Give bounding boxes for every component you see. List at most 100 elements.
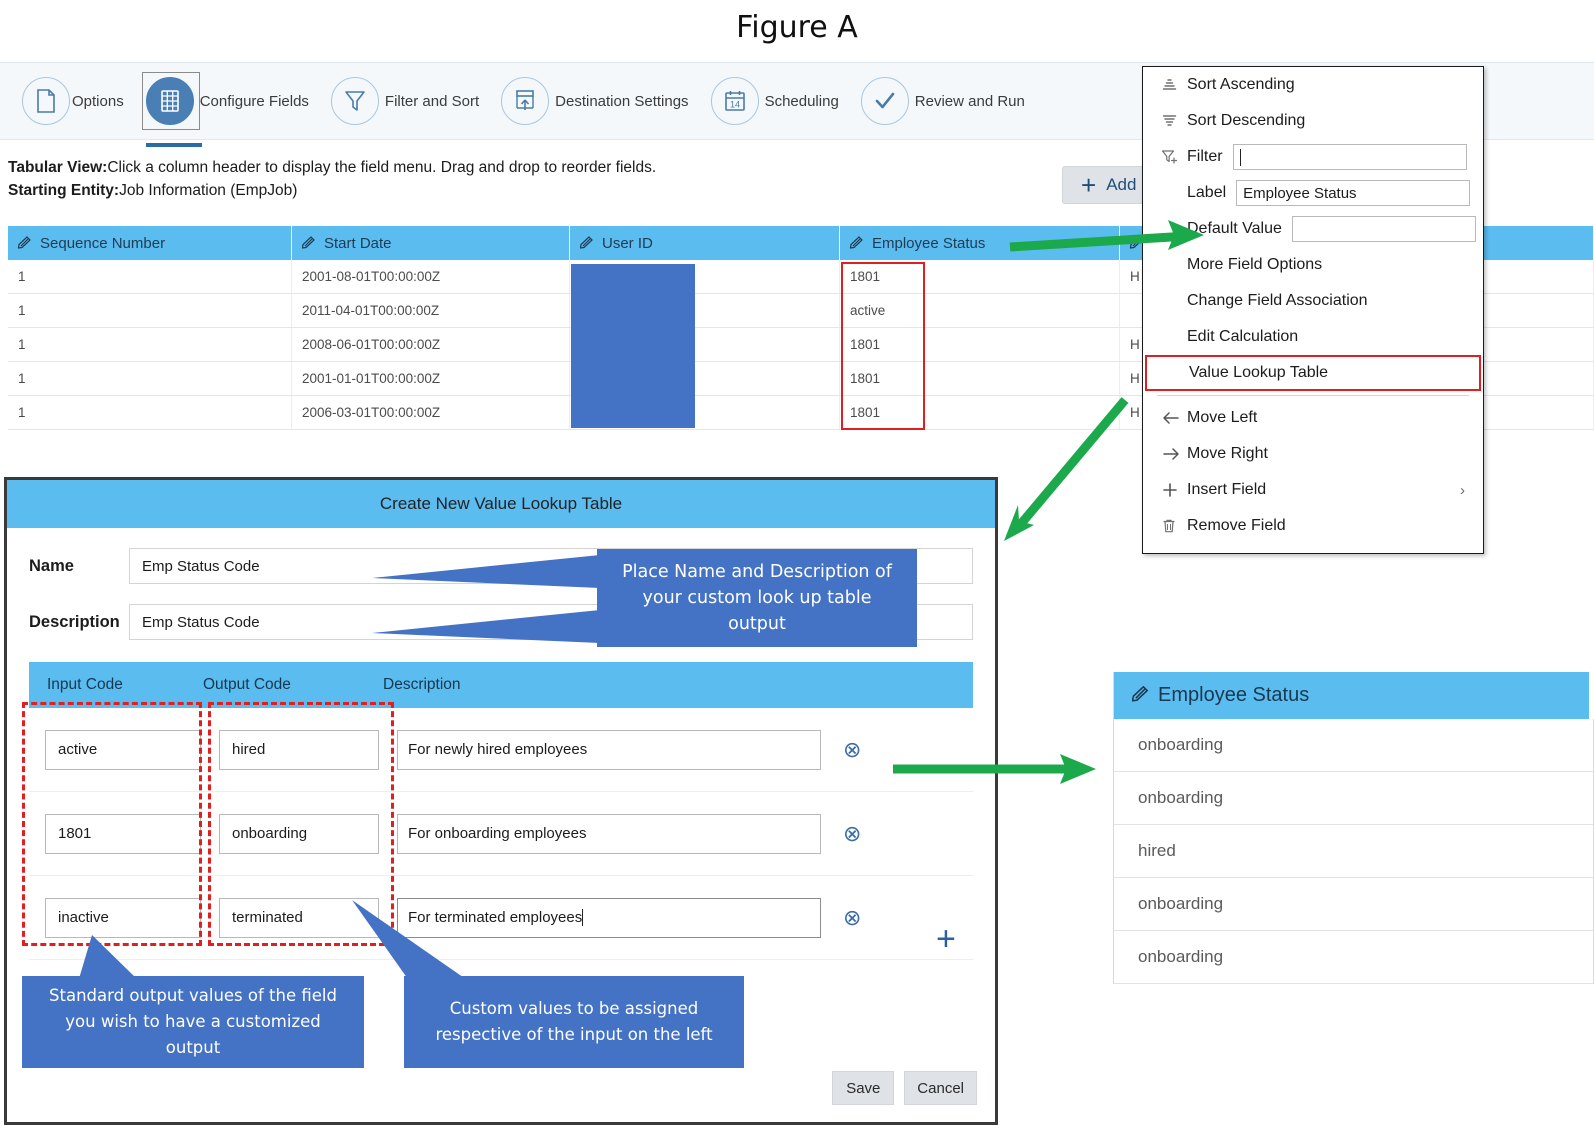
description-field[interactable]: For newly hired employees (397, 729, 821, 770)
svg-text:14: 14 (730, 100, 740, 110)
sort-descending-icon (1161, 114, 1187, 129)
menu-item-insert-field[interactable]: Insert Field › (1143, 472, 1483, 508)
list-item: onboarding (1114, 772, 1594, 825)
column-header-employee-status[interactable]: Employee Status (840, 226, 1120, 260)
add-mapping-row-button[interactable]: + (936, 922, 956, 956)
cell-start-date: 2008-06-01T00:00:00Z (292, 328, 570, 361)
menu-item-sort-ascending[interactable]: Sort Ascending (1143, 67, 1483, 103)
remove-mapping-icon[interactable]: ⊗ (843, 738, 861, 761)
cell-employee-status: 1801 (840, 328, 1120, 361)
menu-item-label: Edit Calculation (1187, 328, 1299, 345)
input-code-field[interactable]: active (45, 729, 201, 770)
wizard-step-scheduling[interactable]: 14 Scheduling (710, 77, 839, 125)
document-icon (22, 77, 70, 125)
menu-item-move-left[interactable]: Move Left (1143, 400, 1483, 436)
export-upload-icon (501, 77, 550, 125)
tabular-view-text: Click a column header to display the fie… (107, 159, 657, 176)
starting-entity-text: Job Information (EmpJob) (119, 182, 298, 199)
menu-item-move-right[interactable]: Move Right (1143, 436, 1483, 472)
pencil-icon (579, 234, 595, 253)
page-title: Figure A (736, 10, 858, 45)
cell-start-date: 2006-03-01T00:00:00Z (292, 396, 570, 429)
output-code-field[interactable]: onboarding (219, 813, 379, 854)
filter-add-icon (1161, 149, 1187, 165)
callout-custom-values: Custom values to be assigned respective … (404, 976, 744, 1068)
filter-input[interactable] (1232, 144, 1467, 170)
cell-employee-status: active (840, 294, 1120, 327)
wizard-step-label: Review and Run (914, 92, 1025, 110)
view-description: Tabular View:Click a column header to di… (8, 156, 656, 202)
menu-item-edit-calculation[interactable]: Edit Calculation (1143, 319, 1483, 355)
grid-table-icon (145, 77, 194, 125)
menu-row-filter: Filter (1143, 139, 1483, 175)
label-input[interactable]: Employee Status (1236, 180, 1471, 206)
text-caret (1239, 148, 1241, 166)
menu-item-sort-descending[interactable]: Sort Descending (1143, 103, 1483, 139)
column-header-start-date[interactable]: Start Date (292, 226, 570, 260)
output-code-field[interactable]: terminated (219, 897, 379, 938)
sort-ascending-icon (1161, 78, 1187, 93)
description-field[interactable]: For terminated employees (397, 897, 821, 938)
cancel-button[interactable]: Cancel (904, 1071, 977, 1105)
mapping-row: 1801 onboarding For onboarding employees… (29, 792, 973, 876)
wizard-step-label: Destination Settings (555, 92, 689, 110)
output-code-field[interactable]: hired (219, 729, 379, 770)
input-code-field[interactable]: 1801 (45, 813, 201, 854)
menu-item-label: Sort Descending (1187, 112, 1306, 129)
wizard-step-options[interactable]: Options (22, 77, 124, 125)
description-field[interactable]: For onboarding employees (397, 813, 821, 854)
remove-mapping-icon[interactable]: ⊗ (843, 822, 861, 845)
header-input-code: Input Code (47, 676, 123, 693)
wizard-step-label: Configure Fields (199, 92, 309, 110)
menu-row-default-value: Default Value (1143, 211, 1483, 247)
starting-entity-label: Starting Entity: (8, 182, 120, 199)
cell-sequence-number: 1 (8, 260, 292, 293)
name-label: Name (29, 556, 74, 575)
menu-item-label: Change Field Association (1187, 292, 1368, 309)
text-caret (582, 909, 584, 926)
header-output-code: Output Code (203, 676, 291, 693)
column-header-user-id[interactable]: User ID (570, 226, 840, 260)
default-value-label: Default Value (1187, 220, 1282, 237)
user-id-redaction-block (571, 264, 695, 428)
pencil-icon (849, 234, 865, 253)
save-button[interactable]: Save (832, 1071, 895, 1105)
column-header-label: Sequence Number (40, 234, 166, 252)
column-header-sequence-number[interactable]: Sequence Number (8, 226, 292, 260)
cell-start-date: 2001-01-01T00:00:00Z (292, 362, 570, 395)
menu-item-more-field-options[interactable]: More Field Options (1143, 247, 1483, 283)
cell-sequence-number: 1 (8, 328, 292, 361)
wizard-step-filter-and-sort[interactable]: Filter and Sort (330, 77, 480, 125)
label-input-value: Employee Status (1243, 184, 1357, 202)
menu-item-label: Insert Field (1187, 481, 1267, 498)
mapping-row: active hired For newly hired employees ⊗ (29, 708, 973, 792)
mapping-row: inactive terminated For terminated emplo… (29, 876, 973, 960)
tabular-view-label: Tabular View: (8, 159, 108, 176)
default-value-input[interactable] (1291, 216, 1476, 242)
wizard-step-configure-fields[interactable]: Configure Fields (141, 72, 309, 147)
wizard-step-review-and-run[interactable]: Review and Run (860, 77, 1025, 125)
funnel-icon (330, 77, 379, 125)
cell-start-date: 2001-08-01T00:00:00Z (292, 260, 570, 293)
menu-item-remove-field[interactable]: Remove Field (1143, 508, 1483, 544)
column-header-label: Start Date (324, 234, 392, 252)
menu-item-change-field-association[interactable]: Change Field Association (1143, 283, 1483, 319)
menu-item-value-lookup-table[interactable]: Value Lookup Table (1145, 355, 1481, 391)
menu-row-label: Label Employee Status (1143, 175, 1483, 211)
callout-standard-output: Standard output values of the field you … (22, 976, 364, 1068)
wizard-step-label: Options (72, 92, 124, 110)
result-column-header-label: Employee Status (1158, 684, 1310, 706)
cell-sequence-number: 1 (8, 362, 292, 395)
wizard-step-label: Filter and Sort (384, 92, 480, 110)
list-item: hired (1114, 825, 1594, 878)
input-code-field[interactable]: inactive (45, 897, 201, 938)
mapping-table-header: Input Code Output Code Description (29, 662, 973, 708)
dialog-title: Create New Value Lookup Table (7, 480, 995, 528)
result-column-header[interactable]: Employee Status (1114, 672, 1594, 719)
calendar-icon: 14 (710, 77, 759, 125)
wizard-step-destination-settings[interactable]: Destination Settings (501, 77, 689, 125)
wizard-step-label: Scheduling (764, 92, 839, 110)
callout-name-description: Place Name and Description of your custo… (597, 549, 917, 647)
pencil-icon (1131, 683, 1151, 708)
remove-mapping-icon[interactable]: ⊗ (843, 906, 861, 929)
